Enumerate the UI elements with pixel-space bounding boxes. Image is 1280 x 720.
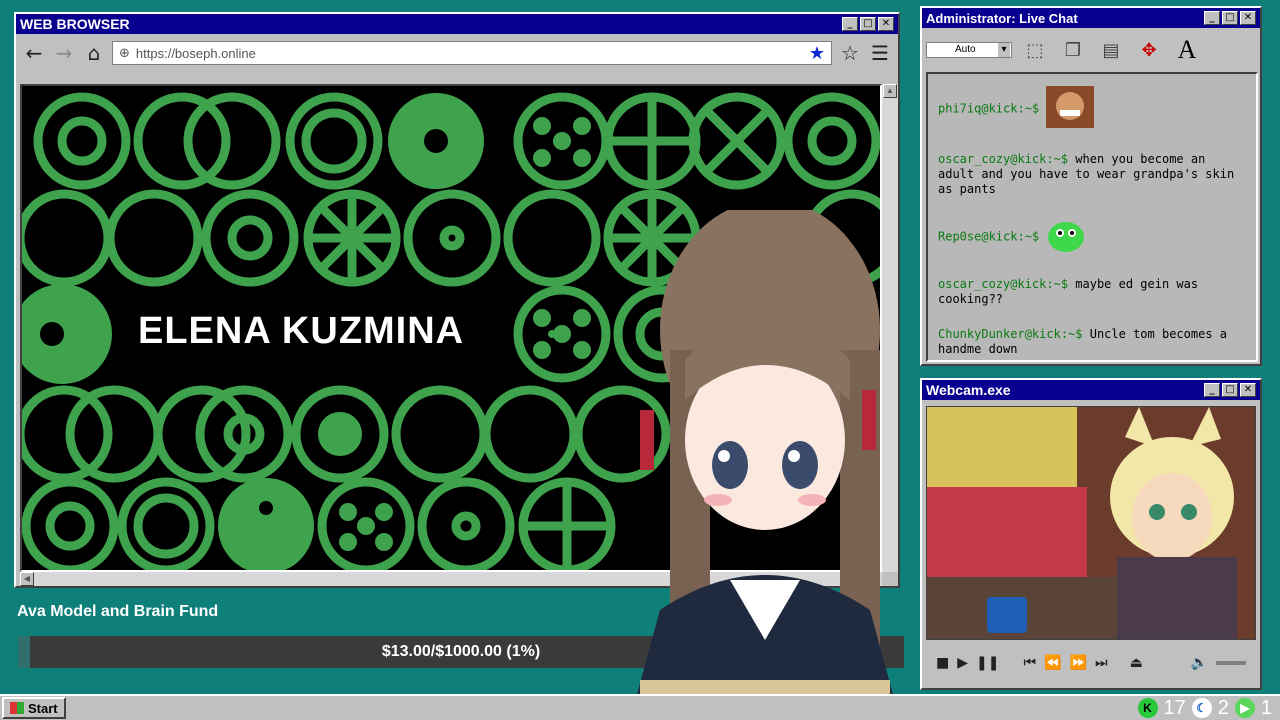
chat-title: Administrator: Live Chat [926,10,1078,26]
kick-count: 17 [1163,696,1186,719]
maximize-button[interactable]: □ [1222,11,1238,25]
webcam-controls: ■ ▶ ❚❚ ⏮ ⏪ ⏩ ⏭ ⏏ 🔈 [926,648,1256,678]
chat-log[interactable]: phi7iq@kick:~$ oscar_cozy@kick:~$ when y… [926,72,1258,362]
kick-icon[interactable]: K [1137,698,1158,718]
close-button[interactable]: ✕ [1240,11,1256,25]
paste-icon[interactable]: ▤ [1096,35,1126,65]
volume-icon[interactable]: 🔈 [1191,655,1208,671]
windows-logo-icon [10,702,24,714]
slide-title: ELENA KUZMINA [138,310,465,352]
chat-username: Rep0se@kick:~$ [938,229,1040,244]
font-icon[interactable]: A [1172,35,1202,65]
scroll-left-arrow-icon[interactable]: ◀ [20,572,34,586]
stop-icon[interactable]: ■ [936,655,949,671]
start-button[interactable]: Start [2,697,66,719]
move-icon[interactable]: ✥ [1134,35,1164,65]
home-icon[interactable]: ⌂ [82,41,106,65]
minimize-button[interactable]: _ [842,17,858,31]
scroll-up-arrow-icon[interactable]: ▲ [883,84,897,98]
back-arrow-icon[interactable]: ← [22,41,46,65]
laughing-man-emote-icon [1046,86,1095,132]
chat-message: Rep0se@kick:~$ [938,217,1246,257]
volume-slider[interactable] [1216,661,1246,665]
minimize-button[interactable]: _ [1204,383,1220,397]
chat-toolbar: Auto ⬚ ❐ ▤ ✥ A [922,28,1260,72]
skip-forward-icon[interactable]: ⏭ [1095,655,1108,671]
vtuber-avatar [630,210,900,720]
chat-message: phi7iq@kick:~$ [938,86,1246,132]
close-button[interactable]: ✕ [1240,383,1256,397]
system-tray: K 17 ☾ 2 ▶ 1 [1137,696,1272,720]
play-icon[interactable]: ▶ [957,655,968,671]
select-rect-icon[interactable]: ⬚ [1020,35,1050,65]
rewind-icon[interactable]: ⏪ [1044,655,1061,671]
chat-username: phi7iq@kick:~$ [938,101,1040,116]
forward-arrow-icon[interactable]: → [52,41,76,65]
skip-back-icon[interactable]: ⏮ [1023,655,1036,671]
webcam-title: Webcam.exe [926,382,1011,398]
chat-username: oscar_cozy@kick:~$ [938,152,1069,166]
address-bar[interactable]: ⊕ https://boseph.online ★ [112,41,832,65]
bookmark-star-icon[interactable]: ★ [809,43,825,64]
live-chat-window: Administrator: Live Chat _ □ ✕ Auto ⬚ ❐ … [920,6,1262,366]
url-text: https://boseph.online [135,45,256,61]
copy-icon[interactable]: ❐ [1058,35,1088,65]
browser-navbar: ← → ⌂ ⊕ https://boseph.online ★ ☆ ☰ [16,34,898,72]
green-blob-emote-icon [1046,217,1086,257]
maximize-button[interactable]: □ [860,17,876,31]
start-label: Start [28,700,58,716]
taskbar: Start K 17 ☾ 2 ▶ 1 [0,694,1280,720]
moon-count: 2 [1217,696,1229,719]
browser-title: WEB BROWSER [20,16,130,32]
font-size-select[interactable]: Auto [926,42,1012,58]
webcam-scene-image [927,407,1255,639]
webcam-titlebar[interactable]: Webcam.exe _ □ ✕ [922,380,1260,400]
close-button[interactable]: ✕ [878,17,894,31]
fast-forward-icon[interactable]: ⏩ [1070,655,1087,671]
chat-username: ChunkyDunker@kick:~$ [938,327,1083,341]
webcam-window: Webcam.exe _ □ ✕ ■ ▶ ❚❚ ⏮ ⏪ ⏩ ⏭ ⏏ 🔈 [920,378,1262,690]
webcam-video [926,406,1256,640]
chat-titlebar[interactable]: Administrator: Live Chat _ □ ✕ [922,8,1260,28]
favorites-star-icon[interactable]: ☆ [838,41,862,65]
moon-icon[interactable]: ☾ [1191,698,1212,718]
eject-icon[interactable]: ⏏ [1130,655,1143,671]
browser-titlebar[interactable]: WEB BROWSER _ □ ✕ [16,14,898,34]
chat-message: ChunkyDunker@kick:~$ Uncle tom becomes a… [938,327,1246,357]
play-count: 1 [1260,696,1272,719]
maximize-button[interactable]: □ [1222,383,1238,397]
globe-icon: ⊕ [119,45,130,61]
pause-icon[interactable]: ❚❚ [976,655,999,671]
play-badge-icon[interactable]: ▶ [1234,698,1255,718]
chat-username: oscar_cozy@kick:~$ [938,277,1069,291]
chat-message: oscar_cozy@kick:~$ maybe ed gein was coo… [938,277,1246,307]
minimize-button[interactable]: _ [1204,11,1220,25]
fund-title: Ava Model and Brain Fund [17,603,219,620]
chat-message: oscar_cozy@kick:~$ when you become an ad… [938,152,1246,197]
menu-hamburger-icon[interactable]: ☰ [868,41,892,65]
